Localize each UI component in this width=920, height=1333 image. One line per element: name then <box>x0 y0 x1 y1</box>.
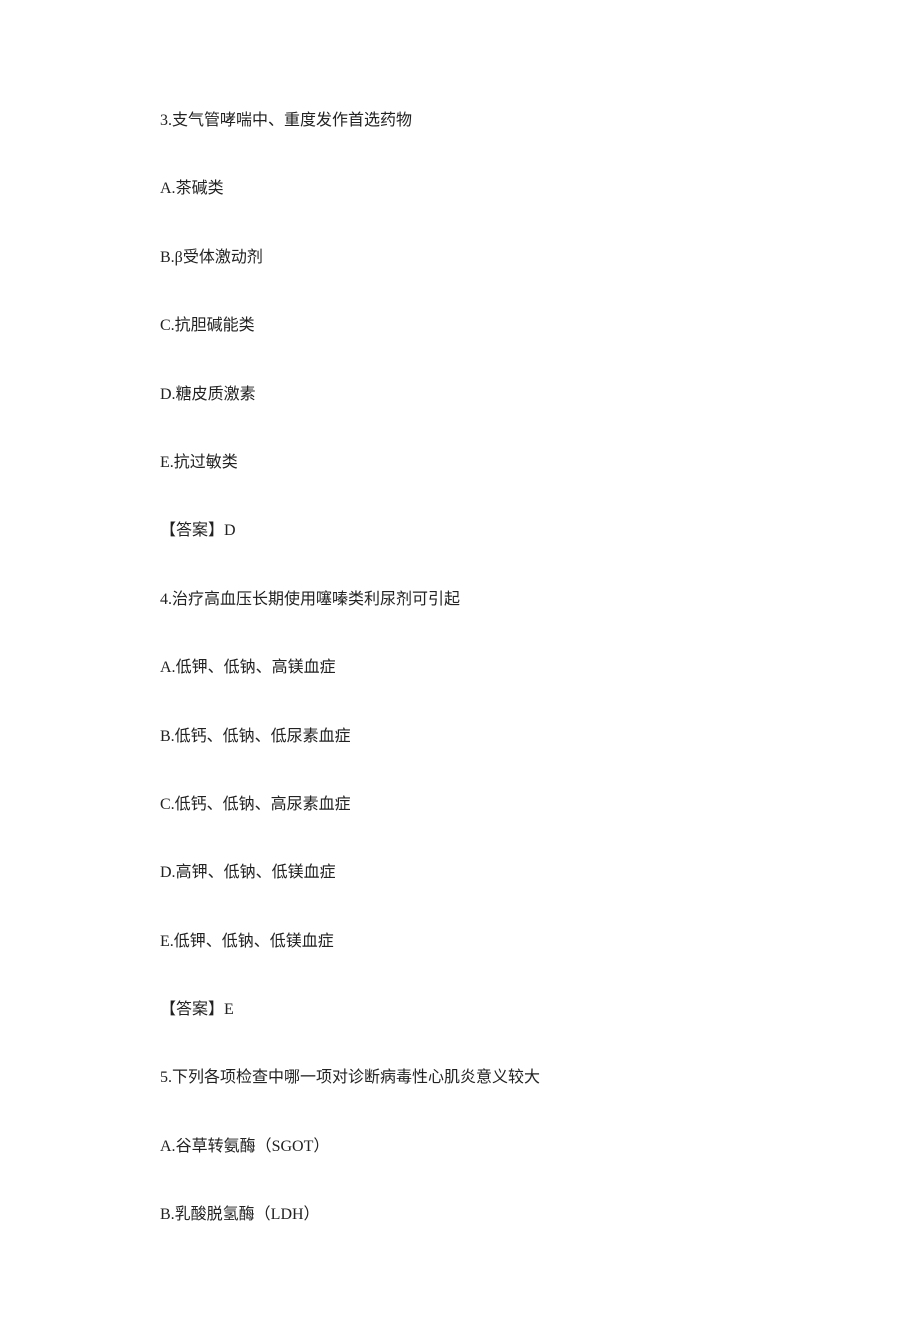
question-number: 5. <box>160 1069 172 1086</box>
option-text: 抗过敏类 <box>174 454 238 471</box>
option-text: 低钾、低钠、高镁血症 <box>176 659 336 676</box>
question-option: E.低钾、低钠、低镁血症 <box>160 931 760 953</box>
question-number: 4. <box>160 591 172 608</box>
question-stem: 5.下列各项检查中哪一项对诊断病毒性心肌炎意义较大 <box>160 1067 760 1089</box>
option-text: 乳酸脱氢酶（LDH） <box>175 1206 320 1223</box>
option-text: 谷草转氨酶（SGOT） <box>176 1138 330 1155</box>
question-option: A.谷草转氨酶（SGOT） <box>160 1136 760 1158</box>
question-option: B.β受体激动剂 <box>160 247 760 269</box>
question-number: 3. <box>160 112 172 129</box>
question-text: 下列各项检查中哪一项对诊断病毒性心肌炎意义较大 <box>172 1069 540 1086</box>
option-text: 低钙、低钠、高尿素血症 <box>175 796 351 813</box>
option-label: D. <box>160 386 176 403</box>
option-label: B. <box>160 728 175 745</box>
option-label: B. <box>160 1206 175 1223</box>
option-text: 低钙、低钠、低尿素血症 <box>175 728 351 745</box>
option-text: β受体激动剂 <box>175 249 263 266</box>
question-answer: 【答案】D <box>160 520 760 542</box>
question-option: A.茶碱类 <box>160 178 760 200</box>
question-option: B.乳酸脱氢酶（LDH） <box>160 1204 760 1226</box>
answer-value: E <box>224 1001 234 1018</box>
question-text: 支气管哮喘中、重度发作首选药物 <box>172 112 412 129</box>
question-option: D.糖皮质激素 <box>160 384 760 406</box>
option-text: 高钾、低钠、低镁血症 <box>176 864 336 881</box>
option-text: 糖皮质激素 <box>176 386 256 403</box>
option-label: E. <box>160 454 174 471</box>
answer-label: 【答案】 <box>160 522 224 539</box>
option-label: D. <box>160 864 176 881</box>
option-label: C. <box>160 317 175 334</box>
question-option: A.低钾、低钠、高镁血症 <box>160 657 760 679</box>
answer-value: D <box>224 522 236 539</box>
option-text: 低钾、低钠、低镁血症 <box>174 933 334 950</box>
option-label: E. <box>160 933 174 950</box>
option-label: C. <box>160 796 175 813</box>
question-option: B.低钙、低钠、低尿素血症 <box>160 726 760 748</box>
question-stem: 4.治疗高血压长期使用噻嗪类利尿剂可引起 <box>160 589 760 611</box>
question-option: E.抗过敏类 <box>160 452 760 474</box>
question-option: C.抗胆碱能类 <box>160 315 760 337</box>
option-label: A. <box>160 1138 176 1155</box>
question-option: C.低钙、低钠、高尿素血症 <box>160 794 760 816</box>
document-page: 3.支气管哮喘中、重度发作首选药物 A.茶碱类 B.β受体激动剂 C.抗胆碱能类… <box>0 0 920 1333</box>
question-answer: 【答案】E <box>160 999 760 1021</box>
option-label: A. <box>160 180 176 197</box>
question-stem: 3.支气管哮喘中、重度发作首选药物 <box>160 110 760 132</box>
question-text: 治疗高血压长期使用噻嗪类利尿剂可引起 <box>172 591 460 608</box>
question-option: D.高钾、低钠、低镁血症 <box>160 862 760 884</box>
option-label: A. <box>160 659 176 676</box>
option-text: 茶碱类 <box>176 180 224 197</box>
answer-label: 【答案】 <box>160 1001 224 1018</box>
option-label: B. <box>160 249 175 266</box>
option-text: 抗胆碱能类 <box>175 317 255 334</box>
